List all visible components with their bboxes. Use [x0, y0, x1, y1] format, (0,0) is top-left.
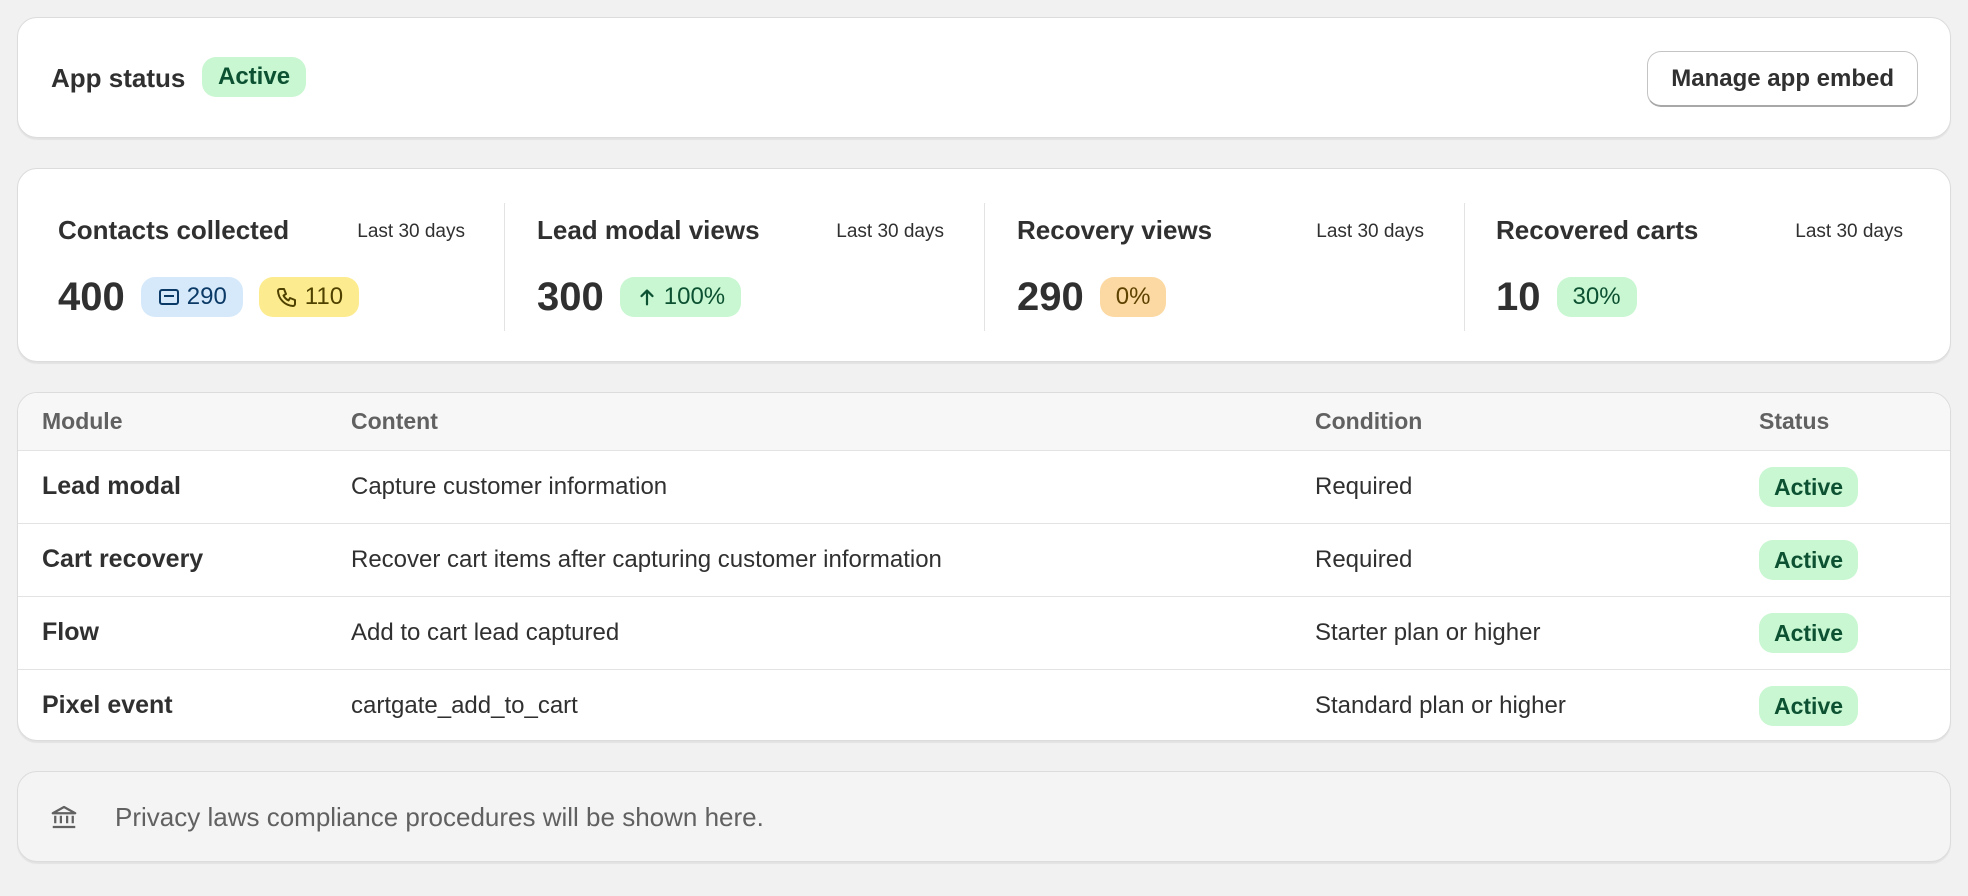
metric-title: Lead modal views	[537, 215, 760, 245]
table-row: Lead modal Capture customer information …	[18, 450, 1950, 524]
column-header-module: Module	[18, 393, 351, 451]
table-row: Pixel event cartgate_add_to_cart Standar…	[18, 669, 1950, 740]
metrics-card: Contacts collected Last 30 days 400 290 …	[17, 168, 1951, 362]
phone-icon	[275, 285, 299, 309]
status-cell: Active	[1759, 596, 1950, 670]
column-header-content: Content	[351, 393, 1315, 451]
column-header-status: Status	[1759, 393, 1950, 451]
status-badge: Active	[1759, 539, 1859, 580]
status-badge: Active	[1759, 685, 1859, 726]
module-content: cartgate_add_to_cart	[351, 691, 578, 719]
column-header-condition: Condition	[1315, 393, 1759, 451]
metric-period: Last 30 days	[836, 221, 944, 242]
module-condition: Standard plan or higher	[1315, 691, 1566, 719]
app-status-badge: Active	[202, 57, 307, 97]
module-condition: Starter plan or higher	[1315, 596, 1759, 670]
table-header-row: Module Content Condition Status	[18, 393, 1950, 451]
arrow-up-icon	[636, 286, 658, 308]
status-cell: Active	[1759, 669, 1950, 740]
email-count-badge: 290	[140, 277, 243, 317]
rate-badge: 30%	[1556, 277, 1637, 317]
email-count: 290	[186, 283, 227, 310]
trend-badge: 100%	[619, 277, 742, 317]
privacy-banner: Privacy laws compliance procedures will …	[17, 771, 1951, 862]
module-condition: Required	[1315, 450, 1759, 524]
module-content: Recover cart items after capturing custo…	[351, 523, 1315, 597]
modules-table: Module Content Condition Status Lead mod…	[18, 393, 1950, 740]
bank-icon	[49, 802, 79, 837]
app-status-card: App status Active Manage app embed	[17, 17, 1951, 138]
app-status-title: App status	[51, 63, 186, 93]
module-name: Flow	[18, 596, 351, 670]
module-name: Lead modal	[18, 450, 351, 524]
metric-title: Recovered carts	[1496, 215, 1699, 245]
phone-count-badge: 110	[258, 277, 360, 317]
module-content: Capture customer information	[351, 450, 1315, 524]
metric-lead-modal-views: Lead modal views Last 30 days 300 100%	[497, 169, 976, 363]
phone-count: 110	[304, 283, 344, 310]
module-name: Cart recovery	[18, 523, 351, 597]
trend-value: 100%	[663, 283, 726, 310]
manage-app-embed-button[interactable]: Manage app embed	[1647, 51, 1918, 107]
table-row: Cart recovery Recover cart items after c…	[18, 523, 1950, 597]
metric-period: Last 30 days	[1795, 221, 1903, 242]
metric-recovery-views: Recovery views Last 30 days 290 0%	[977, 169, 1456, 363]
module-content: Add to cart lead captured	[351, 596, 1315, 670]
metric-value: 290	[1017, 275, 1084, 319]
status-cell: Active	[1759, 450, 1950, 524]
privacy-message: Privacy laws compliance procedures will …	[115, 802, 764, 832]
status-cell: Active	[1759, 523, 1950, 597]
metric-period: Last 30 days	[357, 221, 465, 242]
metric-title: Contacts collected	[58, 215, 290, 245]
metric-value: 400	[58, 275, 125, 319]
table-row: Flow Add to cart lead captured Starter p…	[18, 596, 1950, 670]
rate-badge: 0%	[1099, 277, 1167, 317]
metric-value: 300	[537, 275, 604, 319]
metric-title: Recovery views	[1017, 215, 1213, 245]
metric-recovered-carts: Recovered carts Last 30 days 10 30%	[1456, 169, 1935, 363]
mail-icon	[157, 285, 181, 309]
modules-table-card: Module Content Condition Status Lead mod…	[17, 392, 1951, 741]
status-badge: Active	[1759, 466, 1859, 507]
metric-contacts-collected: Contacts collected Last 30 days 400 290 …	[18, 169, 497, 363]
module-condition: Required	[1315, 523, 1759, 597]
status-badge: Active	[1759, 612, 1859, 653]
metric-period: Last 30 days	[1316, 221, 1424, 242]
metric-value: 10	[1496, 275, 1541, 319]
module-name: Pixel event	[42, 691, 173, 720]
